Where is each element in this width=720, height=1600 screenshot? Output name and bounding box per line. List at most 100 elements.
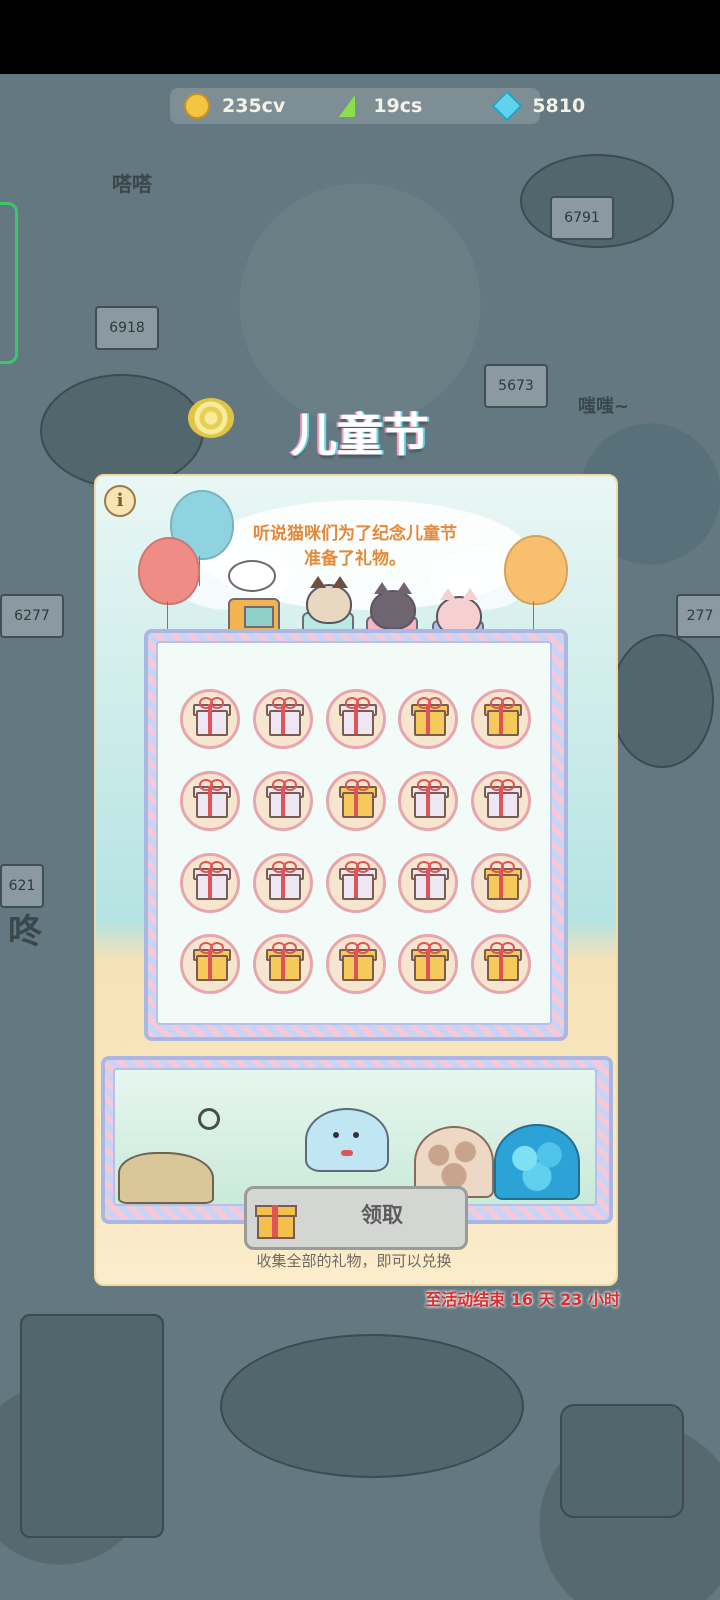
coin-icon xyxy=(184,93,210,119)
gift-icon xyxy=(269,874,301,900)
bowtie-icon xyxy=(341,1150,353,1156)
gift-slot[interactable] xyxy=(253,934,313,994)
energy-counter[interactable]: 19cs xyxy=(339,95,423,117)
gift-bow xyxy=(356,697,370,709)
gift-slot[interactable] xyxy=(326,689,386,749)
gift-slot[interactable] xyxy=(326,853,386,913)
gift-slot[interactable] xyxy=(253,689,313,749)
gift-slot[interactable] xyxy=(398,689,458,749)
gift-icon xyxy=(342,792,374,818)
gift-bow xyxy=(501,697,515,709)
level-sign[interactable]: 6791 xyxy=(550,196,614,240)
gift-icon xyxy=(487,792,519,818)
gift-slot[interactable] xyxy=(398,853,458,913)
gift-slot[interactable] xyxy=(398,771,458,831)
gift-slot[interactable] xyxy=(180,771,240,831)
gift-slot[interactable] xyxy=(471,689,531,749)
lightning-icon xyxy=(339,95,364,117)
jellyfish-icon xyxy=(305,1108,389,1172)
gift-icon xyxy=(196,955,228,981)
collect-hint: 收集全部的礼物，即可以兑换 xyxy=(256,1252,452,1270)
cat-ear xyxy=(332,576,348,588)
energy-value: 19cs xyxy=(373,95,423,117)
sound-effect-text: 嗤嗤~ xyxy=(578,396,630,417)
gift-bow xyxy=(428,942,442,954)
gift-icon xyxy=(196,792,228,818)
gift-bow xyxy=(283,779,297,791)
gift-slot[interactable] xyxy=(471,771,531,831)
gift-icon xyxy=(414,710,446,736)
gift-bow xyxy=(501,942,515,954)
countdown-prefix: 至活动结束 xyxy=(425,1290,506,1309)
balloon-string xyxy=(167,601,168,629)
gem-counter[interactable]: 5810 xyxy=(491,90,585,122)
gift-icon xyxy=(269,792,301,818)
gift-bow xyxy=(428,779,442,791)
status-bar xyxy=(0,0,720,74)
train-window xyxy=(244,606,274,628)
gift-slot[interactable] xyxy=(180,853,240,913)
gift-slot[interactable] xyxy=(326,771,386,831)
level-sign[interactable]: 6918 xyxy=(95,306,159,350)
gift-slot[interactable] xyxy=(253,853,313,913)
bubble-icon xyxy=(198,1108,220,1130)
gift-icon xyxy=(487,955,519,981)
level-sign[interactable]: 277 xyxy=(676,594,720,638)
gift-bow xyxy=(283,697,297,709)
sound-effect-text: 嗒嗒 xyxy=(112,172,152,196)
gift-bow xyxy=(356,779,370,791)
gift-slot[interactable] xyxy=(180,689,240,749)
countdown-hours-unit: 小时 xyxy=(587,1290,620,1309)
siamese-cat-icon xyxy=(306,576,352,624)
gift-icon xyxy=(342,874,374,900)
gift-ribbon xyxy=(272,1205,278,1237)
gift-slot[interactable] xyxy=(471,934,531,994)
gift-bow xyxy=(501,779,515,791)
gift-icon xyxy=(414,792,446,818)
gift-icon xyxy=(487,874,519,900)
coin-value: 235cv xyxy=(222,95,286,117)
countdown-days-unit: 天 xyxy=(538,1290,555,1309)
cat-ear xyxy=(310,576,326,588)
event-description-line: 听说猫咪们为了纪念儿童节 xyxy=(253,524,457,544)
gift-slot[interactable] xyxy=(398,934,458,994)
treasure-chest-decor xyxy=(560,1404,684,1518)
claim-button[interactable]: 领取 xyxy=(244,1186,468,1250)
pumpkin-decor xyxy=(610,634,714,768)
cabbage-decor xyxy=(40,374,204,488)
info-button[interactable]: i xyxy=(104,485,136,517)
coin-counter[interactable]: 235cv xyxy=(184,93,285,119)
gift-bow xyxy=(283,861,297,873)
event-countdown: 至活动结束 16 天 23 小时 xyxy=(380,1286,620,1310)
claim-button-label: 领取 xyxy=(361,1203,403,1227)
gift-slot[interactable] xyxy=(471,853,531,913)
gift-icon xyxy=(269,955,301,981)
gift-icon xyxy=(255,1197,297,1239)
gift-bow xyxy=(210,697,224,709)
side-menu-tab[interactable] xyxy=(0,202,18,364)
gift-bow xyxy=(210,779,224,791)
gift-bow xyxy=(356,942,370,954)
level-sign[interactable]: 6277 xyxy=(0,594,64,638)
snail-icon xyxy=(188,398,234,438)
pond-decor xyxy=(220,1334,524,1478)
gift-bow xyxy=(356,861,370,873)
gift-slot[interactable] xyxy=(326,934,386,994)
gift-bow xyxy=(501,861,515,873)
gift-slot[interactable] xyxy=(253,771,313,831)
level-sign[interactable]: 5673 xyxy=(484,364,548,408)
level-sign[interactable]: 621 xyxy=(0,864,44,908)
gem-icon xyxy=(491,90,523,122)
gift-icon xyxy=(196,710,228,736)
balloon-icon xyxy=(138,537,200,605)
gift-bow xyxy=(428,697,442,709)
balloon-string xyxy=(533,601,534,629)
gift-bow xyxy=(210,861,224,873)
cat-ear xyxy=(440,588,456,600)
gift-icon xyxy=(196,874,228,900)
gift-slot[interactable] xyxy=(180,934,240,994)
resource-bar: 235cv 19cs 5810 xyxy=(170,88,585,124)
gift-icon xyxy=(414,874,446,900)
eye xyxy=(333,1132,339,1138)
smoke-puff-icon xyxy=(228,560,276,592)
